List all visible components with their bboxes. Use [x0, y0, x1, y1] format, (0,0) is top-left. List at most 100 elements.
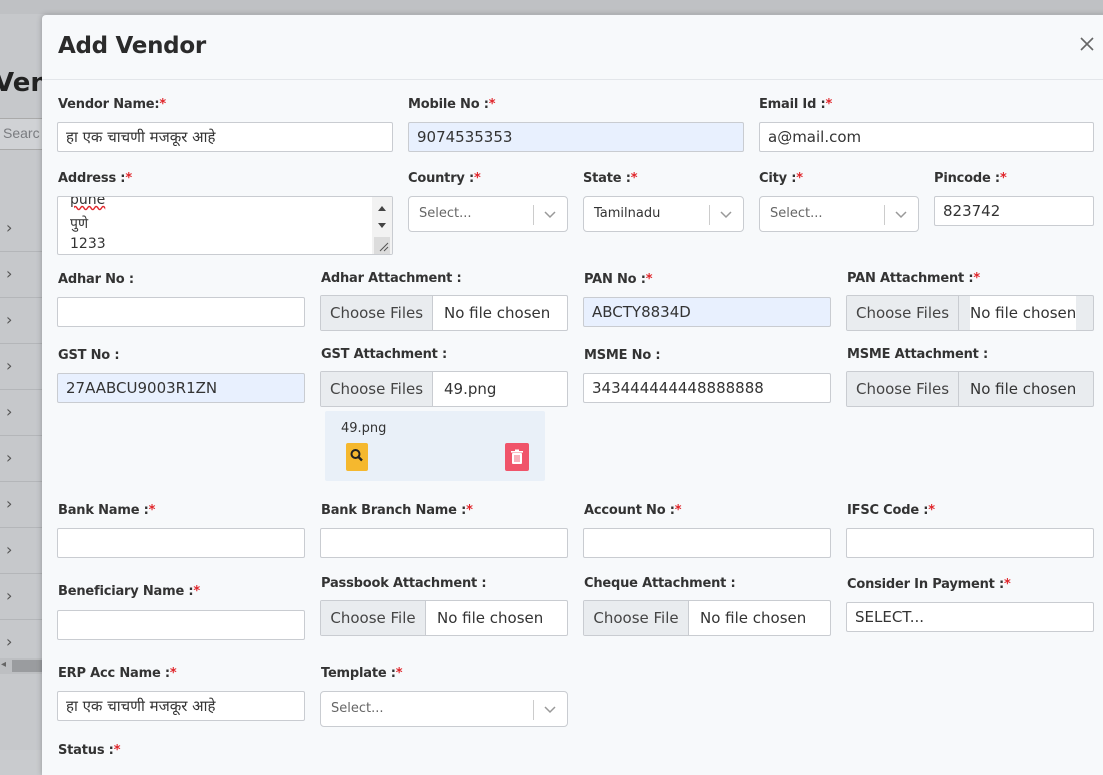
gst-no-label: GST No : — [58, 348, 120, 363]
gst-attachment-label: GST Attachment : — [321, 347, 448, 362]
gst-no-input[interactable]: 27AABCU9003R1ZN — [57, 373, 305, 403]
consider-in-payment-select[interactable]: SELECT... — [846, 602, 1094, 632]
table-row[interactable]: › — [0, 206, 42, 252]
table-row[interactable]: › — [0, 298, 42, 344]
chevron-down-icon[interactable] — [543, 702, 557, 716]
mobile-no-input[interactable]: 9074535353 — [408, 122, 744, 152]
choose-files-button[interactable]: Choose Files — [847, 296, 959, 330]
template-select[interactable]: Select... — [320, 691, 568, 727]
choose-file-button[interactable]: Choose File — [321, 601, 426, 635]
table-row[interactable]: › — [0, 574, 42, 620]
ifsc-code-input[interactable] — [846, 528, 1094, 558]
adhar-attachment-label: Adhar Attachment : — [321, 271, 462, 286]
bank-name-label: Bank Name :* — [58, 503, 156, 518]
account-no-input[interactable] — [583, 528, 831, 558]
chevron-right-icon[interactable]: › — [6, 632, 12, 651]
consider-in-payment-label: Consider In Payment :* — [847, 577, 1011, 592]
add-vendor-modal: Add Vendor Vendor Name:* हा एक चाचणी मजक… — [42, 15, 1103, 775]
cheque-attachment-label: Cheque Attachment : — [584, 576, 736, 591]
erp-acc-name-label: ERP Acc Name :* — [58, 666, 177, 681]
trash-icon[interactable] — [505, 443, 529, 471]
background-table: › › › › › › › › › › — [0, 206, 42, 666]
background-topbar — [0, 0, 1103, 14]
city-select[interactable]: Select... — [759, 196, 919, 232]
chevron-right-icon[interactable]: › — [6, 494, 12, 513]
table-row[interactable]: › — [0, 344, 42, 390]
pan-no-input[interactable]: ABCTY8834D — [583, 297, 831, 327]
chevron-right-icon[interactable]: › — [6, 310, 12, 329]
country-label: Country :* — [408, 171, 481, 186]
chevron-down-icon[interactable] — [719, 207, 733, 221]
modal-header: Add Vendor — [42, 15, 1103, 80]
address-textarea[interactable]: pune पुणे 1233 — [57, 196, 393, 255]
ifsc-code-label: IFSC Code :* — [847, 503, 935, 518]
vendor-name-input[interactable]: हा एक चाचणी मजकूर आहे — [57, 122, 393, 152]
country-select[interactable]: Select... — [408, 196, 568, 232]
passbook-attachment-label: Passbook Attachment : — [321, 576, 487, 591]
table-row[interactable]: › — [0, 390, 42, 436]
chevron-right-icon[interactable]: › — [6, 402, 12, 421]
mobile-no-label: Mobile No :* — [408, 97, 496, 112]
msme-attachment-file-input[interactable]: Choose Files No file chosen — [846, 371, 1094, 407]
cheque-attachment-file-input[interactable]: Choose File No file chosen — [583, 600, 831, 636]
gst-attachment-file-input[interactable]: Choose Files 49.png — [320, 371, 568, 407]
msme-no-input[interactable]: 343444444448888888 — [583, 373, 831, 403]
uploaded-file-name: 49.png — [341, 421, 387, 436]
background-search-input[interactable]: Searc — [0, 118, 43, 150]
chevron-right-icon[interactable]: › — [6, 218, 12, 237]
adhar-no-label: Adhar No : — [58, 272, 134, 287]
scrollbar-thumb[interactable] — [12, 660, 42, 672]
city-label: City :* — [759, 171, 803, 186]
passbook-attachment-file-input[interactable]: Choose File No file chosen — [320, 600, 568, 636]
status-label: Status :* — [58, 743, 121, 758]
address-label: Address :* — [58, 171, 132, 186]
bank-branch-name-label: Bank Branch Name :* — [321, 503, 473, 518]
chevron-right-icon[interactable]: › — [6, 448, 12, 467]
modal-title: Add Vendor — [58, 33, 206, 59]
gst-uploaded-file-card: 49.png — [325, 411, 545, 481]
email-id-label: Email Id :* — [759, 97, 833, 112]
chevron-down-icon[interactable] — [894, 207, 908, 221]
chevron-right-icon[interactable]: › — [6, 264, 12, 283]
choose-files-button[interactable]: Choose Files — [847, 372, 959, 406]
view-file-button[interactable] — [346, 443, 368, 471]
pincode-label: Pincode :* — [934, 171, 1007, 186]
delete-file-button[interactable] — [505, 443, 529, 471]
pincode-input[interactable]: 823742 — [934, 196, 1094, 226]
beneficiary-name-input[interactable] — [57, 610, 305, 640]
choose-file-button[interactable]: Choose File — [584, 601, 689, 635]
bank-name-input[interactable] — [57, 528, 305, 558]
chevron-down-icon[interactable] — [543, 207, 557, 221]
account-no-label: Account No :* — [584, 503, 682, 518]
email-id-input[interactable]: a@mail.com — [759, 122, 1094, 152]
state-select[interactable]: Tamilnadu — [583, 196, 744, 232]
chevron-right-icon[interactable]: › — [6, 586, 12, 605]
choose-files-button[interactable]: Choose Files — [321, 372, 433, 406]
search-icon[interactable] — [346, 443, 368, 471]
vendor-name-label: Vendor Name:* — [58, 97, 167, 112]
choose-files-button[interactable]: Choose Files — [321, 296, 433, 330]
chevron-right-icon[interactable]: › — [6, 540, 12, 559]
bank-branch-name-input[interactable] — [320, 528, 568, 558]
table-row[interactable]: › — [0, 482, 42, 528]
msme-attachment-label: MSME Attachment : — [847, 347, 989, 362]
pan-attachment-label: PAN Attachment :* — [847, 271, 980, 286]
erp-acc-name-input[interactable]: हा एक चाचणी मजकूर आहे — [57, 691, 305, 721]
table-row[interactable]: › — [0, 528, 42, 574]
pan-attachment-file-input[interactable]: Choose Files No file chosen — [846, 295, 1094, 331]
msme-no-label: MSME No : — [584, 348, 661, 363]
scroll-left-icon[interactable]: ◂ — [1, 659, 6, 670]
chevron-right-icon[interactable]: › — [6, 356, 12, 375]
template-label: Template :* — [321, 666, 403, 681]
horizontal-scrollbar[interactable]: ◂ — [0, 658, 42, 674]
table-row[interactable]: › — [0, 436, 42, 482]
table-row[interactable]: › — [0, 252, 42, 298]
close-icon[interactable] — [1078, 35, 1096, 53]
adhar-no-input[interactable] — [57, 297, 305, 327]
pan-no-label: PAN No :* — [584, 272, 653, 287]
textarea-scrollbar[interactable] — [372, 197, 392, 255]
scroll-arrows-icon[interactable] — [372, 197, 392, 255]
state-label: State :* — [583, 171, 638, 186]
beneficiary-name-label: Beneficiary Name :* — [58, 584, 201, 599]
adhar-attachment-file-input[interactable]: Choose Files No file chosen — [320, 295, 568, 331]
